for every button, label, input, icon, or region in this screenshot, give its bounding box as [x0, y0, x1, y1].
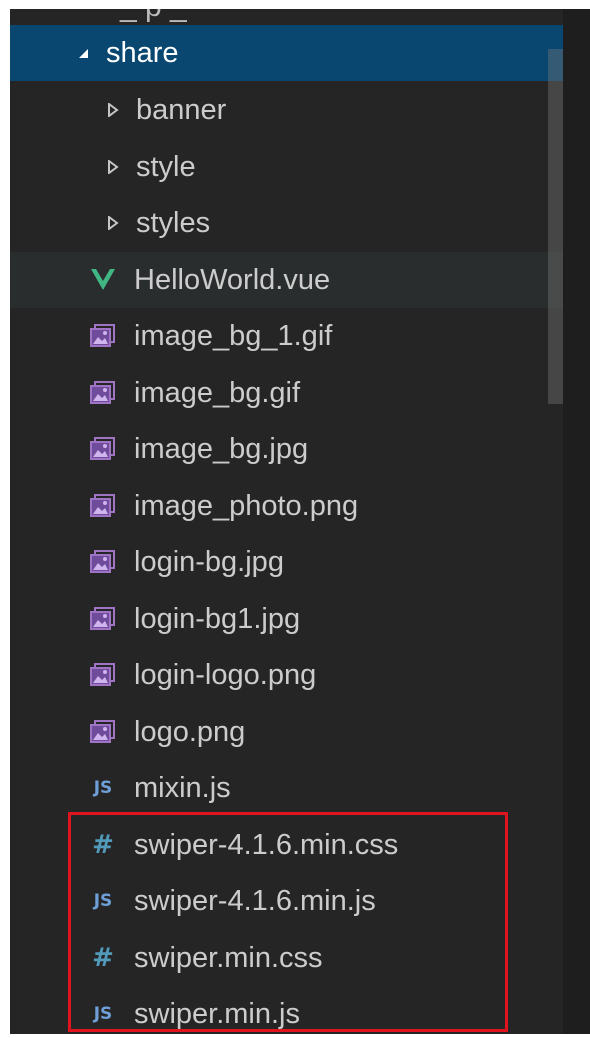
hash-icon: # [92, 942, 114, 973]
tree-file-item[interactable]: JS swiper.min.js [10, 986, 563, 1034]
tree-folder-item[interactable]: banner [10, 82, 563, 138]
scrollbar-thumb[interactable] [548, 49, 563, 404]
image-icon [88, 321, 118, 351]
tree-folder-item[interactable]: style [10, 139, 563, 195]
image-icon [88, 660, 118, 690]
tree-file-item[interactable]: JS mixin.js [10, 760, 563, 816]
image-icon [88, 604, 118, 634]
tree-item-label: swiper-4.1.6.min.css [134, 828, 399, 861]
hash-icon: # [92, 829, 114, 860]
tree-file-item[interactable]: login-bg.jpg [10, 534, 563, 590]
tree-item-label: HelloWorld.vue [134, 263, 331, 296]
tree-item-label: logo.png [134, 715, 246, 748]
image-icon [88, 434, 118, 464]
tree-file-item[interactable]: # swiper-4.1.6.min.css [10, 817, 563, 873]
tree-item-label: login-bg1.jpg [134, 602, 301, 635]
vue-icon [88, 265, 118, 295]
tree-file-item[interactable]: image_bg.gif [10, 365, 563, 421]
image-icon [88, 547, 118, 577]
tree-item-label: image_bg.gif [134, 376, 301, 409]
tree-item-label: mixin.js [134, 772, 231, 804]
tree-file-item[interactable]: image_photo.png [10, 478, 563, 534]
tree-file-item[interactable]: HelloWorld.vue [10, 251, 563, 308]
chevron-right-icon [102, 103, 124, 117]
chevron-right-icon [102, 159, 124, 174]
js-icon: JS [93, 778, 113, 798]
js-icon: JS [93, 1004, 113, 1024]
image-icon [88, 717, 118, 747]
tree-file-item[interactable]: login-logo.png [10, 647, 563, 703]
image-icon [88, 491, 118, 521]
tree-file-item[interactable]: # swiper.min.css [10, 930, 563, 986]
chevron-right-icon [102, 216, 124, 230]
tree-file-item[interactable]: image_bg.jpg [10, 421, 563, 477]
tree-file-item[interactable]: JS swiper-4.1.6.min.js [10, 873, 563, 929]
image-icon [88, 378, 118, 408]
tree-item-label: image_photo.png [134, 489, 359, 522]
tree-item-label: image_bg.jpg [134, 433, 309, 465]
tree-item-label: styles [136, 207, 211, 239]
tree-item-label: banner [136, 94, 227, 126]
chevron-down-icon [72, 46, 94, 60]
tree-folder-share[interactable]: share [10, 25, 563, 81]
tree-file-item[interactable]: image_bg_1.gif [10, 308, 563, 364]
tree-file-item[interactable]: login-bg1.jpg [10, 591, 563, 647]
js-icon: JS [93, 891, 113, 911]
tree-item-label: login-logo.png [134, 659, 317, 691]
tree-item-label: swiper.min.css [134, 941, 323, 974]
tree-item-label: style [136, 150, 196, 183]
tree-item-label: swiper-4.1.6.min.js [134, 885, 376, 917]
editor-edge [563, 9, 590, 1034]
tree-item-label: image_bg_1.gif [134, 320, 333, 352]
tree-item-label: swiper.min.js [134, 998, 300, 1030]
tree-item-label: share [106, 37, 179, 69]
tree-file-item[interactable]: logo.png [10, 704, 563, 760]
tree-folder-item[interactable]: styles [10, 195, 563, 251]
tree-item-label: login-bg.jpg [134, 546, 284, 578]
file-explorer: _ p _ share bannerstylestylesHelloWorld.… [10, 9, 563, 1034]
